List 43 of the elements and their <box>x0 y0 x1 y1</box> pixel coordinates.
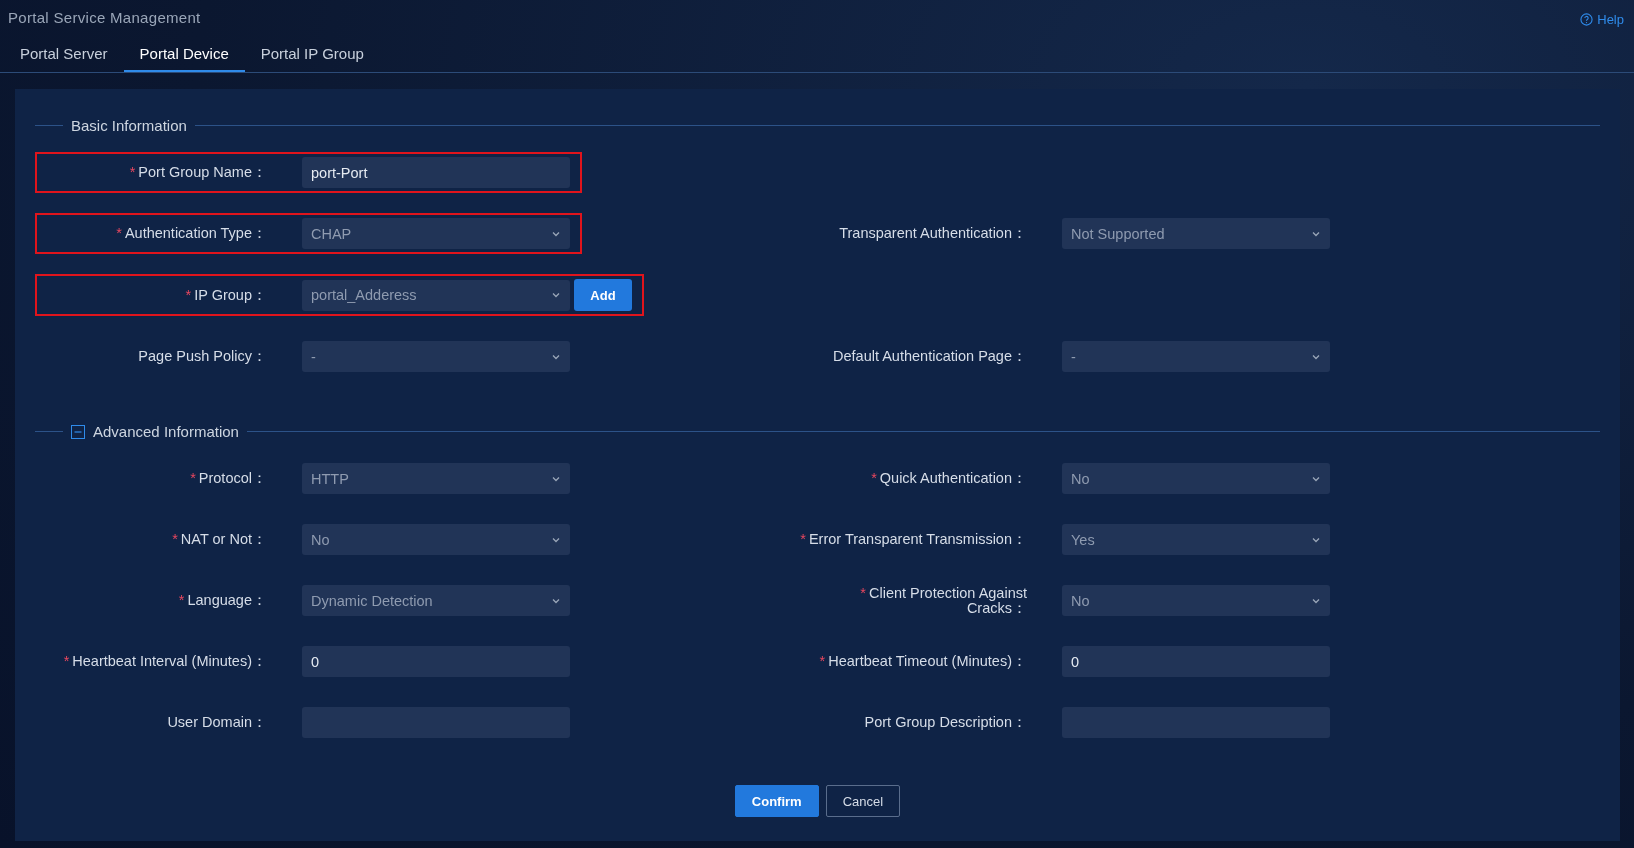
field-label: * Heartbeat Timeout (Minutes)： <box>818 654 1027 669</box>
dropdown-field[interactable]: Not Supported <box>1062 218 1330 249</box>
page-title: Portal Service Management <box>8 9 201 26</box>
tab[interactable]: Portal IP Group <box>244 45 380 72</box>
tab[interactable]: Portal Server <box>4 45 124 72</box>
tab[interactable]: Portal Device <box>123 45 245 72</box>
field-label: * Language： <box>177 593 267 608</box>
section-title: Basic Information <box>71 117 187 134</box>
dropdown-field[interactable]: Yes <box>1062 524 1330 555</box>
dropdown-field[interactable]: - <box>1062 341 1330 372</box>
section-title: Advanced Information <box>93 423 239 440</box>
field-label: Port Group Description： <box>863 715 1027 730</box>
chevron-down-icon <box>551 290 561 300</box>
dropdown-field[interactable]: CHAP <box>302 218 570 249</box>
dropdown-field[interactable]: portal_Adderess <box>302 279 570 311</box>
collapse-icon[interactable] <box>71 424 85 439</box>
field-label: Transparent Authentication： <box>838 226 1027 241</box>
dropdown-field[interactable]: HTTP <box>302 463 570 494</box>
question-circle-icon <box>1580 13 1594 26</box>
field-label: Page Push Policy： <box>137 349 267 364</box>
input-field[interactable]: 0 <box>1062 646 1330 677</box>
field-label: * Port Group Name： <box>128 165 267 180</box>
cancel-button[interactable]: Cancel <box>825 785 901 817</box>
dropdown-field[interactable]: No <box>1062 463 1330 494</box>
field-label: * Protocol： <box>189 471 267 486</box>
help-link[interactable]: Help <box>1580 12 1624 27</box>
dropdown-field[interactable]: No <box>302 524 570 555</box>
field-label: * Client Protection Against Cracks： <box>859 585 1027 616</box>
field-label: * Error Transparent Transmission： <box>799 532 1027 547</box>
field-label: * Authentication Type： <box>115 226 267 241</box>
input-field[interactable]: port-Port <box>302 157 570 188</box>
field-label: * IP Group： <box>184 287 267 303</box>
dropdown-field[interactable]: No <box>1062 585 1330 616</box>
field-label: User Domain： <box>166 715 267 730</box>
dropdown-field[interactable]: - <box>302 341 570 372</box>
dropdown-field[interactable]: Dynamic Detection <box>302 585 570 616</box>
add-button[interactable]: Add <box>574 279 632 311</box>
field-label: * NAT or Not： <box>171 532 267 547</box>
input-field[interactable]: 0 <box>302 646 570 677</box>
confirm-button[interactable]: Confirm <box>734 785 819 817</box>
field-label: * Quick Authentication： <box>870 471 1027 486</box>
field-label: Default Authentication Page： <box>832 349 1027 364</box>
field-label: * Heartbeat Interval (Minutes)： <box>62 654 267 669</box>
